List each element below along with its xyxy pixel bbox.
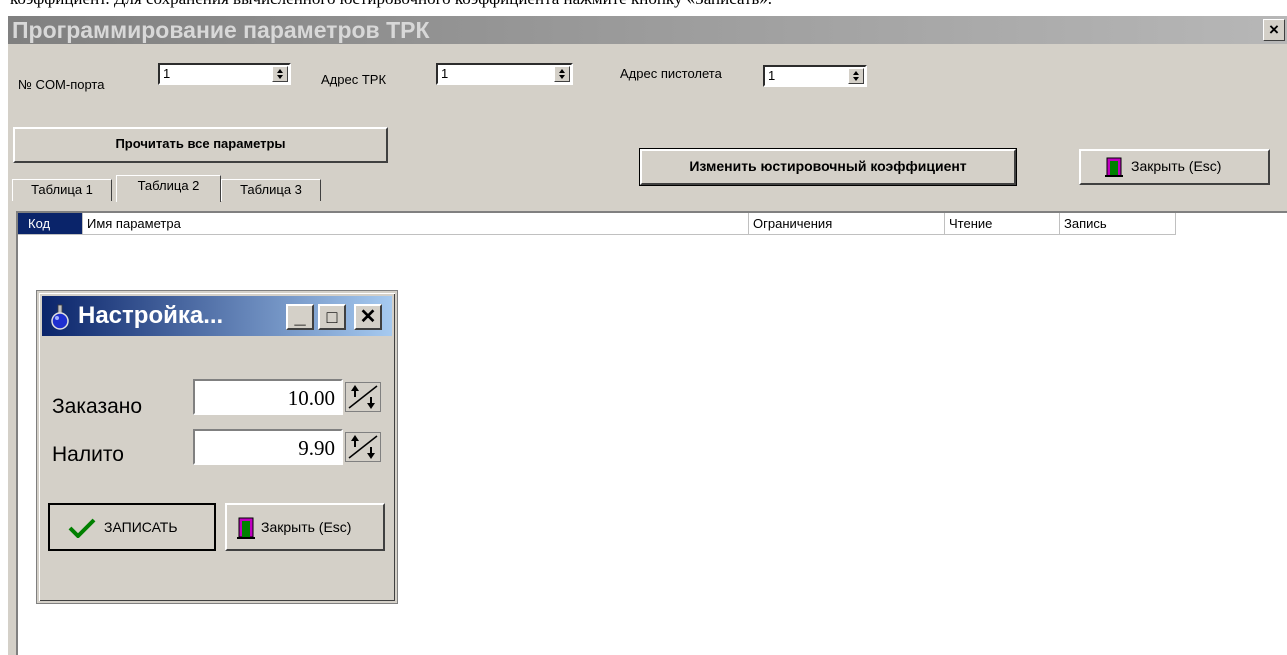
trk-address-value: 1 [441,66,449,81]
main-title-bar: Программирование параметров ТРК × [8,16,1287,44]
com-port-spinbox[interactable]: 1 [158,63,291,85]
flask-icon [51,304,69,330]
change-coefficient-button[interactable]: Изменить юстировочный коэффициент [639,148,1017,186]
minimize-button[interactable]: _ [286,304,314,330]
spin-up-icon [277,69,283,73]
pistol-address-spin-buttons[interactable] [848,68,864,84]
trk-address-spinbox[interactable]: 1 [436,63,573,85]
door-icon [237,517,255,539]
grid-col-write[interactable]: Запись [1060,213,1176,235]
ordered-value: 10.00 [287,386,335,410]
spin-down-icon [559,75,565,79]
tab-table-1[interactable]: Таблица 1 [12,179,112,201]
save-button[interactable]: ЗАПИСАТЬ [48,503,216,551]
save-button-label: ЗАПИСАТЬ [104,519,178,535]
document-text-fragment: коэффициент. Для сохранения вычисленного… [10,0,1287,8]
main-window-title: Программирование параметров ТРК [12,17,430,43]
com-port-label: № COM-порта [18,77,105,92]
trk-address-spin-buttons[interactable] [554,66,570,82]
grid-col-read[interactable]: Чтение [945,213,1060,235]
com-port-value: 1 [163,66,171,81]
close-window-button[interactable]: × [1263,19,1285,41]
close-button[interactable]: Закрыть (Esc) [1079,149,1270,185]
tuning-dialog-title-bar: Настройка... _ □ ✕ [42,296,392,336]
grid-header: Код Имя параметра Ограничения Чтение Зап… [18,213,1176,235]
grid-col-name[interactable]: Имя параметра [83,213,749,235]
spin-down-icon [277,75,283,79]
pistol-address-value: 1 [768,68,776,83]
tab-table-2[interactable]: Таблица 2 [116,175,221,202]
poured-label: Налито [52,443,124,466]
tuning-dialog-title: Настройка... [78,302,224,329]
ordered-label: Заказано [52,395,143,418]
dialog-close-esc-label: Закрыть (Esc) [261,519,352,535]
maximize-button[interactable]: □ [318,304,346,330]
spin-up-icon [559,69,565,73]
trk-address-label: Адрес ТРК [321,72,387,87]
spin-down-icon [853,77,859,81]
pistol-address-label: Адрес пистолета [620,66,722,81]
main-window: Программирование параметров ТРК × № COM-… [8,16,1287,655]
com-port-spin-buttons[interactable] [272,66,288,82]
grid-col-limits[interactable]: Ограничения [749,213,945,235]
tab-table-3[interactable]: Таблица 3 [221,179,321,201]
ordered-input[interactable]: 10.00 [193,379,343,415]
spin-up-icon [853,71,859,75]
tuning-dialog: Настройка... _ □ ✕ Заказано 10.00 Налито… [37,291,397,603]
poured-spin-icon[interactable] [345,432,381,462]
door-icon [1105,157,1123,177]
grid-col-code[interactable]: Код [18,213,83,235]
pistol-address-spinbox[interactable]: 1 [763,65,867,87]
dialog-close-esc-button[interactable]: Закрыть (Esc) [225,503,385,551]
checkmark-icon [68,518,96,538]
dialog-close-button[interactable]: ✕ [354,304,382,330]
poured-input[interactable]: 9.90 [193,429,343,465]
ordered-spin-icon[interactable] [345,382,381,412]
close-button-label: Закрыть (Esc) [1131,158,1222,174]
read-all-params-button[interactable]: Прочитать все параметры [13,127,388,163]
poured-value: 9.90 [298,436,335,460]
